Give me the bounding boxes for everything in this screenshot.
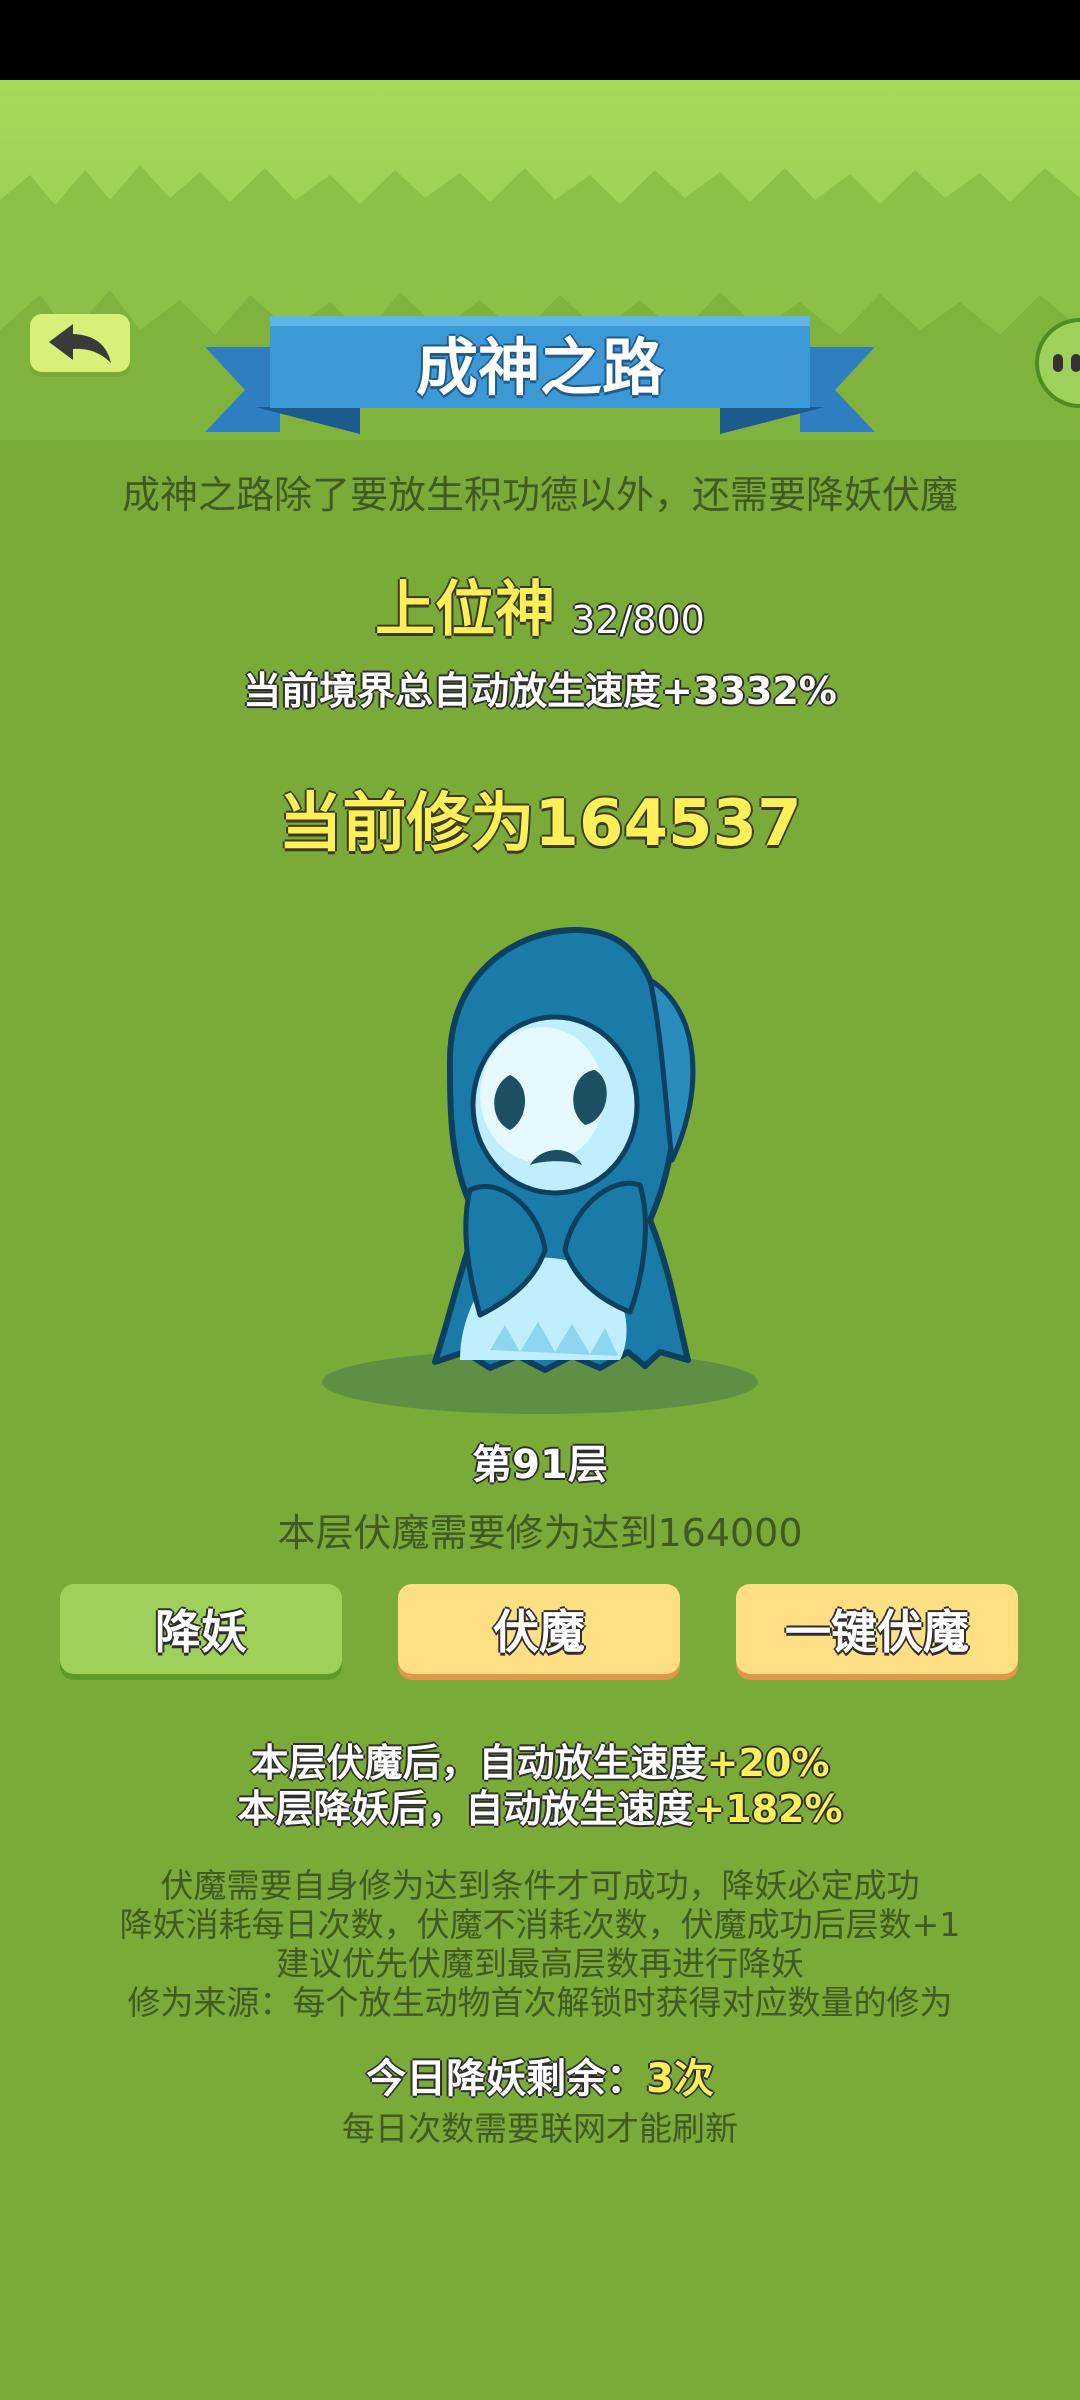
current-cultivation: 当前修为164537: [0, 772, 1080, 864]
page-title: 成神之路: [415, 331, 664, 404]
subdue-effect-value: +182%: [693, 1787, 843, 1831]
cultivation-value: 164537: [534, 787, 802, 861]
rank-row: 上位神 32/800: [0, 568, 1080, 648]
conquer-demon-button[interactable]: 伏魔: [398, 1584, 680, 1674]
remaining-value: 3次: [646, 2056, 714, 2102]
floor-label: 第91层: [472, 1442, 608, 1488]
subdue-effect-label: 本层降妖后，自动放生速度: [237, 1787, 694, 1831]
total-speed-text: 当前境界总自动放生速度+3332%: [243, 669, 837, 713]
rules-text: 伏魔需要自身修为达到条件才可成功，降妖必定成功 降妖消耗每日次数，伏魔不消耗次数…: [0, 1866, 1080, 2022]
remaining-attempts: 今日降妖剩余：3次: [0, 2046, 1080, 2104]
rule-line: 建议优先伏魔到最高层数再进行降妖: [276, 1944, 804, 1983]
eye-icon: [1071, 354, 1080, 372]
eye-icon: [1053, 354, 1063, 372]
rank-name: 上位神: [375, 575, 556, 645]
back-arrow-icon: [49, 324, 111, 363]
remaining-label: 今日降妖剩余：: [366, 2056, 647, 2102]
intro-text: 成神之路除了要放生积功德以外，还需要降妖伏魔: [121, 473, 958, 517]
rule-line: 修为来源：每个放生动物首次解锁时获得对应数量的修为: [127, 1983, 953, 2022]
floor-requirement: 本层伏魔需要修为达到164000: [277, 1511, 803, 1555]
network-note: 每日次数需要联网才能刷新: [342, 2109, 738, 2148]
rule-line: 伏魔需要自身修为达到条件才可成功，降妖必定成功: [160, 1866, 920, 1905]
status-bar: [0, 0, 1080, 80]
subdue-demon-button[interactable]: 降妖: [60, 1584, 342, 1674]
ghost-monster: [322, 927, 758, 1414]
subdue-effect: 本层降妖后，自动放生速度+182%: [0, 1778, 1080, 1833]
one-key-conquer-button[interactable]: 一键伏魔: [736, 1584, 1018, 1674]
back-button[interactable]: [30, 314, 130, 372]
cultivation-label: 当前修为: [278, 787, 535, 861]
rank-progress: 32/800: [571, 598, 705, 642]
rule-line: 降妖消耗每日次数，伏魔不消耗次数，伏魔成功后层数+1: [119, 1905, 961, 1944]
